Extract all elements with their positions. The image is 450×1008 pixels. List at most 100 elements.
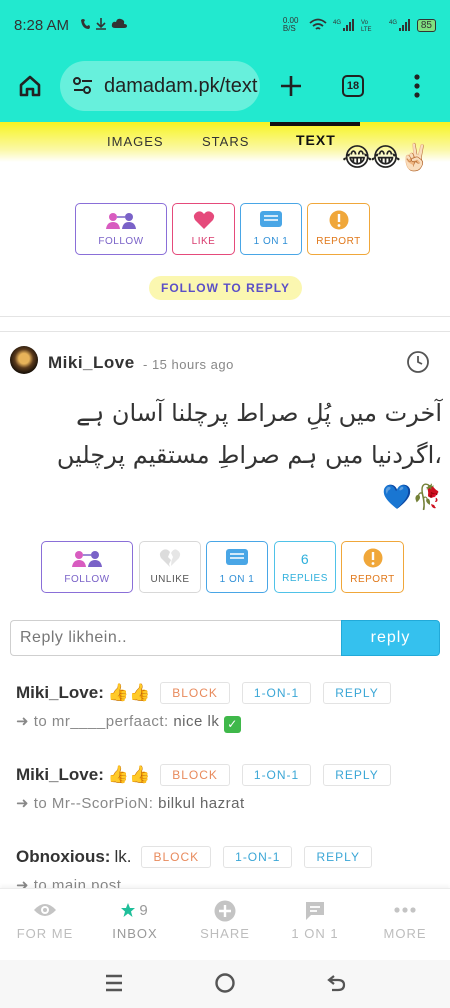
check-mark-icon: ✓ <box>224 716 242 733</box>
url-text: damadam.pk/text <box>104 74 258 97</box>
unlike-button[interactable]: UNLIKE <box>139 541 201 593</box>
like-label: LIKE <box>191 236 216 247</box>
follow-button[interactable]: FOLLOW <box>75 203 167 255</box>
wifi-icon <box>309 18 327 30</box>
follow-to-reply-button[interactable]: FOLLOW TO REPLY <box>149 276 302 300</box>
signal-4g-icon: 4G <box>333 19 354 31</box>
avatar[interactable] <box>10 346 38 374</box>
replies-button[interactable]: 6 REPLIES <box>274 541 336 593</box>
post-one-on-one-button[interactable]: 1 ON 1 <box>206 541 268 593</box>
reply-pill[interactable]: REPLY <box>323 682 391 704</box>
recent-apps-icon[interactable] <box>104 972 124 994</box>
nav-inbox[interactable]: 9 INBOX <box>90 889 180 961</box>
chat-icon <box>306 902 324 920</box>
reply-message: bilkul hazrat <box>158 795 245 812</box>
broken-heart-icon <box>159 549 181 567</box>
report-button[interactable]: REPORT <box>307 203 370 255</box>
tab-switcher-button[interactable]: 18 <box>322 75 384 97</box>
nav-share[interactable]: SHARE <box>180 889 270 961</box>
active-tab-indicator <box>270 122 360 126</box>
comment-item: Miki_Love: 👍👍 BLOCK 1-ON-1 REPLY ➜ to Mr… <box>16 762 440 812</box>
comment-author[interactable]: Miki_Love: <box>16 765 104 785</box>
divider <box>0 316 450 317</box>
tab-images[interactable]: IMAGES <box>107 134 164 149</box>
reply-arrow: ➜ to <box>16 795 48 812</box>
reply-target-name[interactable]: mr____perfaact: <box>52 713 169 730</box>
post-follow-button[interactable]: FOLLOW <box>41 541 133 593</box>
nav-label: 1 ON 1 <box>291 926 339 941</box>
replies-count: 6 <box>300 550 310 567</box>
post-text-emojis: 🥀💙 <box>382 483 442 511</box>
nav-one-on-one[interactable]: 1 ON 1 <box>270 889 360 961</box>
like-button[interactable]: LIKE <box>172 203 235 255</box>
comment-text: lk. <box>114 847 132 866</box>
unlike-label: UNLIKE <box>150 574 190 585</box>
message-icon <box>260 211 282 227</box>
new-tab-button[interactable] <box>260 74 322 98</box>
post-text-line: آخرت میں پُلِ صراط پرچلنا آسان ہے <box>76 399 442 427</box>
nav-label: MORE <box>383 926 427 941</box>
follow-label: FOLLOW <box>64 574 110 585</box>
block-button[interactable]: BLOCK <box>160 682 230 704</box>
divider <box>0 331 450 332</box>
post-text-line: ،اگردنیا میں ہم صراطِ مستقیم پرچلیں <box>56 441 442 469</box>
reply-input[interactable] <box>10 620 342 656</box>
one-on-one-label: 1 ON 1 <box>219 574 255 585</box>
comment-author[interactable]: Miki_Love: <box>16 683 104 703</box>
warning-icon <box>329 210 348 230</box>
notification-icons <box>79 17 135 34</box>
block-button[interactable]: BLOCK <box>141 846 212 868</box>
back-icon[interactable] <box>326 972 348 994</box>
status-bar: 8:28 AM 0.00 B/S 4G Vo LTE 4G 85 <box>0 0 450 50</box>
svg-text:4G: 4G <box>389 20 397 26</box>
warning-icon <box>363 548 382 568</box>
block-button[interactable]: BLOCK <box>160 764 230 786</box>
reply-submit-button[interactable]: reply <box>341 620 440 656</box>
reply-pill[interactable]: REPLY <box>304 846 372 868</box>
comment-target: ➜ to Mr--ScorPioN: bilkul hazrat <box>16 794 440 812</box>
tab-stars[interactable]: STARS <box>202 134 249 149</box>
one-on-one-button[interactable]: 1 ON 1 <box>240 203 302 255</box>
home-button[interactable] <box>0 73 60 99</box>
more-vert-icon <box>414 74 420 98</box>
comment-text: 👍👍 <box>107 683 151 702</box>
nav-more[interactable]: MORE <box>360 889 450 961</box>
home-icon <box>19 75 41 97</box>
follow-label: FOLLOW <box>98 236 144 247</box>
browser-menu-button[interactable] <box>384 74 450 98</box>
comment-item: Obnoxious: lk. BLOCK 1-ON-1 REPLY ➜ to m… <box>16 844 440 894</box>
bottom-nav: FOR ME 9 INBOX SHARE 1 ON 1 MORE <box>0 888 450 960</box>
follow-icon <box>106 213 136 229</box>
dots-icon <box>394 907 416 913</box>
notification-icon-group <box>81 17 128 30</box>
home-circle-icon[interactable] <box>214 972 236 994</box>
comment-item: Miki_Love: 👍👍 BLOCK 1-ON-1 REPLY ➜ to mr… <box>16 680 440 733</box>
plus-circle-icon <box>214 900 236 922</box>
reply-target-name[interactable]: Mr--ScorPioN: <box>52 795 154 812</box>
status-right: 0.00 B/S 4G Vo LTE 4G 85 <box>283 17 436 33</box>
nav-for-me[interactable]: FOR ME <box>0 889 90 961</box>
one-on-one-pill[interactable]: 1-ON-1 <box>241 764 312 786</box>
message-icon <box>226 549 248 565</box>
volte-icon: VoLTE <box>361 20 372 32</box>
nav-label: FOR ME <box>16 926 74 941</box>
post-text: آخرت میں پُلِ صراط پرچلنا آسان ہے ،اگردن… <box>14 392 442 518</box>
inbox-indicator: 9 <box>121 900 148 920</box>
site-settings-icon[interactable] <box>72 76 94 96</box>
comment-text: 👍👍 <box>107 765 151 784</box>
nav-label: SHARE <box>200 926 250 941</box>
address-bar[interactable]: damadam.pk/text <box>60 61 260 111</box>
tab-text[interactable]: TEXT <box>296 132 336 148</box>
one-on-one-pill[interactable]: 1-ON-1 <box>223 846 293 868</box>
one-on-one-pill[interactable]: 1-ON-1 <box>241 682 312 704</box>
post-username[interactable]: Miki_Love <box>48 353 135 373</box>
clock-icon[interactable] <box>406 350 430 374</box>
post-report-button[interactable]: REPORT <box>341 541 404 593</box>
star-icon <box>121 903 136 917</box>
one-on-one-label: 1 ON 1 <box>253 236 289 247</box>
nav-label: INBOX <box>112 926 158 941</box>
reply-pill[interactable]: REPLY <box>323 764 391 786</box>
comment-author[interactable]: Obnoxious: <box>16 847 110 867</box>
status-time: 8:28 AM <box>14 16 70 34</box>
previous-post-emojis: 😂😂✌🏻 <box>342 142 431 172</box>
